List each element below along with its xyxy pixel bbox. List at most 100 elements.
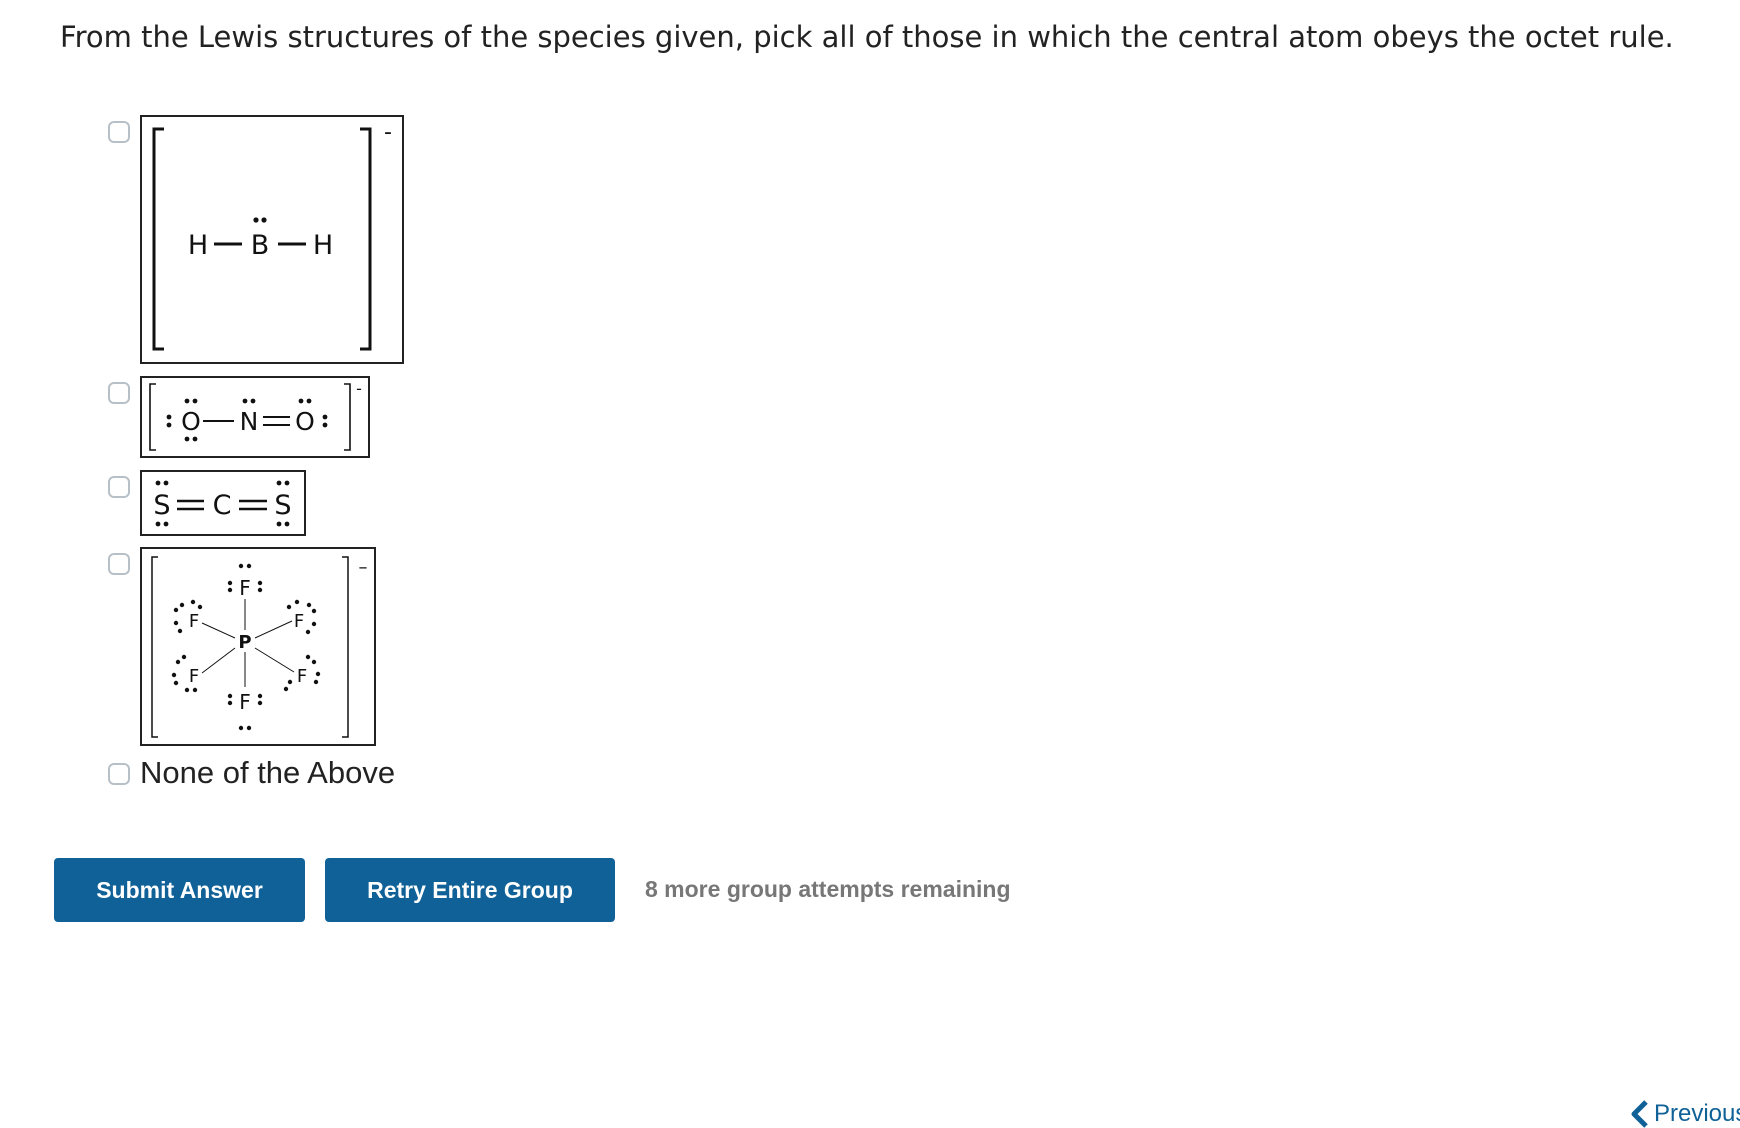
lone-pair-dot <box>242 398 248 404</box>
lewis-structure-bh2: - H B H <box>152 120 392 351</box>
option-checkbox-none[interactable] <box>108 763 130 785</box>
lone-pair-dot <box>184 687 190 693</box>
charge-label: - <box>384 120 392 145</box>
atom-o-left: O <box>181 407 201 436</box>
lone-pair-dot <box>238 725 244 731</box>
lone-pair-dot <box>322 414 328 420</box>
lone-pair-dot <box>311 608 317 614</box>
atom-h-right: H <box>313 230 333 261</box>
lone-pair-dot <box>284 480 290 486</box>
lone-pair-dot <box>155 480 161 486</box>
lone-pair-dot <box>192 687 198 693</box>
lone-pair-dot <box>173 680 179 686</box>
previous-link[interactable]: Previous <box>1630 1100 1740 1128</box>
lewis-structure-pf6: – P F F F F F F <box>151 556 368 738</box>
lone-pair-dot <box>190 599 196 605</box>
lone-pair-dot <box>184 398 190 404</box>
bond-single <box>254 620 293 639</box>
structure-pf6: – P F F F F F F <box>140 547 376 746</box>
lewis-structure-no2: - O N O <box>149 379 362 451</box>
lone-pair-dot <box>294 599 300 605</box>
atom-p-center: P <box>238 632 251 653</box>
atom-b-center: B <box>251 230 270 261</box>
lone-pair-dot <box>257 700 263 706</box>
lone-pair-dot <box>163 521 169 527</box>
lone-pair-dot <box>246 563 252 569</box>
atom-f-lower-left: F <box>189 666 199 687</box>
charge-label: - <box>356 379 362 398</box>
lone-pair-dot <box>276 521 282 527</box>
structure-cs2: S C S <box>140 470 306 536</box>
lewis-structure-cs2: S C S <box>153 480 292 527</box>
lone-pair-dot <box>227 700 233 706</box>
attempts-remaining-text: 8 more group attempts remaining <box>645 876 1011 902</box>
atom-f-lower-right: F <box>297 666 307 687</box>
bracket-right <box>360 127 372 351</box>
previous-label: Previous <box>1654 1100 1740 1127</box>
bracket-left <box>149 383 156 451</box>
lone-pair-dot <box>306 602 312 608</box>
atom-n-center: N <box>240 407 259 436</box>
lone-pair-dot <box>283 686 289 692</box>
lone-pair-dot <box>192 398 198 404</box>
lone-pair-dot <box>298 398 304 404</box>
lone-pair-dot <box>261 217 267 223</box>
atom-f-top: F <box>239 576 251 600</box>
lone-pair-dot <box>163 480 169 486</box>
lone-pair-dot <box>250 398 256 404</box>
lone-pair-dot <box>284 521 290 527</box>
lone-pair-dot <box>166 422 172 428</box>
atom-h-left: H <box>188 230 208 261</box>
atom-f-bottom: F <box>239 690 251 714</box>
lone-pair-dot <box>311 621 317 627</box>
lone-pair-dot <box>257 693 263 699</box>
bracket-right <box>344 383 351 451</box>
bond-single <box>201 622 236 639</box>
lone-pair-dot <box>181 654 187 660</box>
option-checkbox-pf6[interactable] <box>108 553 130 575</box>
lone-pair-dot <box>179 602 185 608</box>
lone-pair-dot <box>238 563 244 569</box>
bracket-left <box>151 556 158 738</box>
option-checkbox-no2[interactable] <box>108 382 130 404</box>
lone-pair-dot <box>311 659 317 665</box>
lone-pair-dot <box>276 480 282 486</box>
option-checkbox-cs2[interactable] <box>108 476 130 498</box>
structure-bh2: - H B H <box>140 115 404 364</box>
lone-pair-dot <box>305 654 311 660</box>
submit-answer-button[interactable]: Submit Answer <box>54 858 305 922</box>
lone-pair-dot <box>286 604 292 610</box>
bond-single <box>254 647 295 673</box>
atom-f-upper-right: F <box>294 611 304 632</box>
lone-pair-dot <box>171 672 177 678</box>
lone-pair-dot <box>305 629 311 635</box>
lone-pair-dot <box>227 587 233 593</box>
structure-no2: - O N O <box>140 376 370 458</box>
bracket-left <box>152 127 164 351</box>
lone-pair-dot <box>166 414 172 420</box>
option-checkbox-bh2[interactable] <box>108 121 130 143</box>
lone-pair-dot <box>177 628 183 634</box>
atom-c-center: C <box>213 490 232 521</box>
lone-pair-dot <box>246 725 252 731</box>
lone-pair-dot <box>306 398 312 404</box>
lone-pair-dot <box>322 422 328 428</box>
atom-s-left: S <box>153 490 170 521</box>
option-label-none: None of the Above <box>140 755 396 790</box>
lone-pair-dot <box>192 436 198 442</box>
lone-pair-dot <box>313 679 319 685</box>
bracket-right <box>342 556 349 738</box>
retry-entire-group-button[interactable]: Retry Entire Group <box>325 858 615 922</box>
lone-pair-dot <box>253 217 259 223</box>
lone-pair-dot <box>315 671 321 677</box>
bond-single <box>201 647 236 674</box>
lone-pair-dot <box>175 659 181 665</box>
lone-pair-dot <box>173 607 179 613</box>
charge-label: – <box>359 557 368 578</box>
lone-pair-dot <box>197 604 203 610</box>
atom-s-right: S <box>274 490 291 521</box>
lone-pair-dot <box>227 580 233 586</box>
lone-pair-dot <box>227 693 233 699</box>
lone-pair-dot <box>173 620 179 626</box>
atom-f-upper-left: F <box>189 611 199 632</box>
